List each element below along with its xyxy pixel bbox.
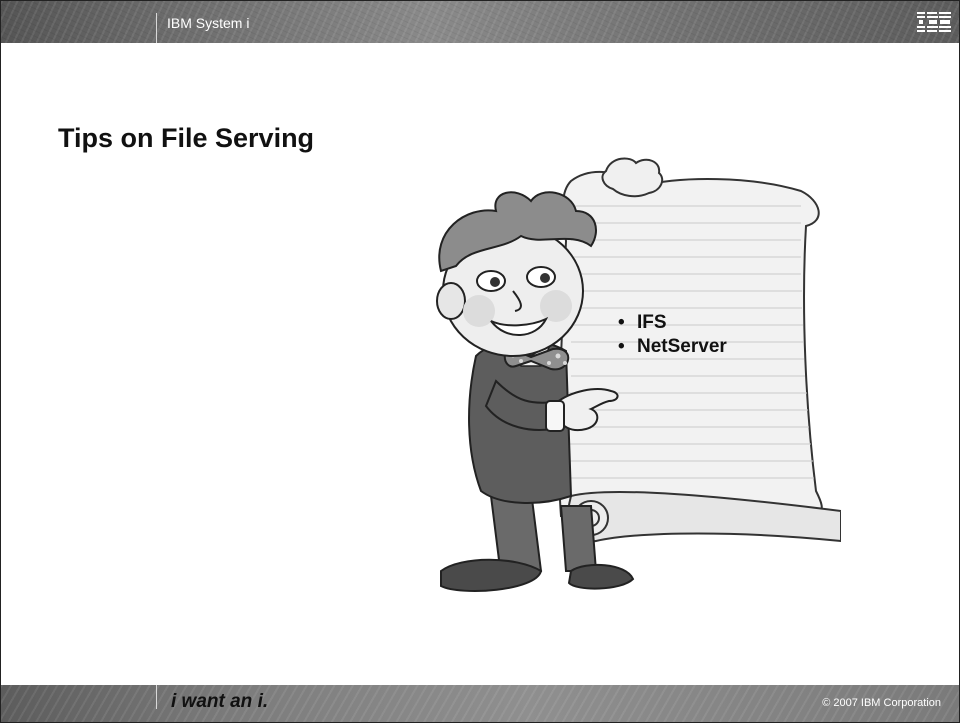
- footer-divider: [156, 685, 157, 709]
- header-divider: [156, 13, 157, 43]
- tagline: i want an i.: [171, 691, 269, 712]
- header-texture: [1, 1, 959, 43]
- bullet-item: IFS: [618, 311, 727, 335]
- ibm-logo-icon: [917, 12, 951, 32]
- slide-title: Tips on File Serving: [58, 123, 315, 153]
- product-name: IBM System i: [167, 15, 250, 31]
- slide-header: IBM System i: [1, 1, 959, 43]
- footer-texture: [1, 685, 959, 722]
- bullet-list: IFS NetServer: [618, 311, 727, 359]
- copyright: © 2007 IBM Corporation: [822, 697, 941, 709]
- cartoon-boy-with-scroll-icon: [436, 157, 841, 592]
- slide: IBM System i Tips on File Serving • IFS …: [0, 0, 960, 723]
- bullet-item: NetServer: [618, 335, 727, 359]
- slide-footer: i want an i. © 2007 IBM Corporation: [1, 685, 959, 722]
